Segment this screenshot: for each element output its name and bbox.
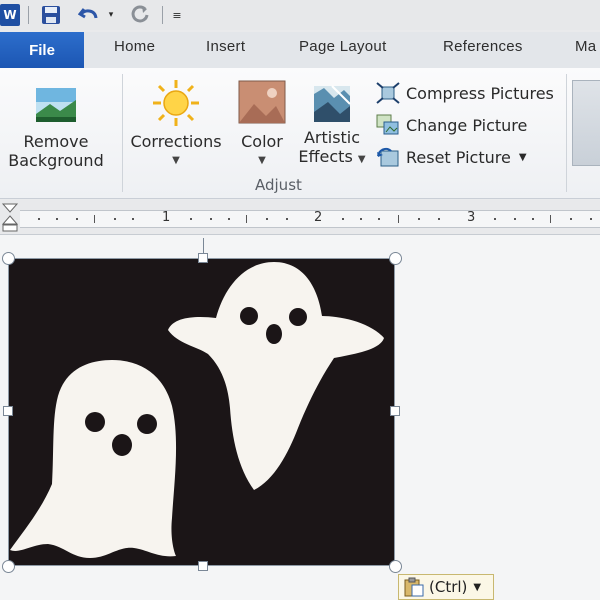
ribbon-picture-tools: Remove Background Corrections ▼ Color ▼: [0, 68, 600, 199]
customize-toolbar-icon[interactable]: ≡: [170, 4, 184, 26]
color-button[interactable]: Color ▼: [232, 78, 292, 170]
reset-picture-label: Reset Picture: [406, 147, 511, 167]
corrections-label: Corrections: [130, 132, 222, 151]
compress-pictures-button[interactable]: Compress Pictures: [376, 80, 554, 106]
remove-background-icon: [36, 88, 76, 122]
artistic-effects-button[interactable]: Artistic Effects ▼: [294, 84, 370, 169]
group-separator: [122, 74, 123, 192]
reset-picture-icon: [377, 147, 399, 167]
undo-dropdown-icon[interactable]: ▾: [105, 4, 117, 26]
ruler-scale: [20, 210, 600, 228]
paste-options-button[interactable]: (Ctrl) ▼: [398, 574, 494, 600]
tab-references[interactable]: References: [443, 38, 523, 55]
color-label: Color: [241, 132, 283, 151]
horizontal-ruler[interactable]: 1 2 3: [0, 200, 600, 235]
undo-icon[interactable]: [76, 4, 102, 26]
resize-handle-top[interactable]: [198, 253, 208, 263]
resize-handle-bottom[interactable]: [198, 561, 208, 571]
selection-frame: [8, 258, 395, 566]
redo-icon[interactable]: [128, 4, 152, 26]
resize-handle-bottom-left[interactable]: [2, 560, 15, 573]
ruler-number: 1: [162, 210, 171, 225]
compress-pictures-icon: [376, 82, 400, 104]
resize-handle-right[interactable]: [390, 406, 400, 416]
change-picture-icon: [376, 114, 399, 135]
remove-background-label-1: Remove: [23, 132, 89, 151]
artistic-effects-icon: [314, 85, 351, 122]
tab-home[interactable]: Home: [114, 38, 155, 55]
reset-picture-button[interactable]: Reset Picture ▼: [376, 144, 527, 170]
tab-mailings[interactable]: Ma: [575, 38, 596, 55]
save-icon[interactable]: [38, 4, 64, 26]
tab-page-layout[interactable]: Page Layout: [299, 38, 387, 55]
corrections-button[interactable]: Corrections ▼: [128, 78, 224, 170]
remove-background-label-2: Background: [8, 151, 104, 170]
artistic-effects-label-2-text: Effects: [298, 147, 353, 166]
paste-options-label: (Ctrl): [429, 578, 468, 596]
resize-handle-top-left[interactable]: [2, 252, 15, 265]
tab-insert[interactable]: Insert: [206, 38, 245, 55]
ruler-number: 2: [314, 210, 323, 225]
color-icon: [238, 80, 286, 124]
resize-handle-left[interactable]: [3, 406, 13, 416]
artistic-effects-label-2: Effects ▼: [294, 147, 370, 169]
quick-access-toolbar: W ▾ ≡: [0, 0, 600, 30]
group-separator: [566, 74, 567, 192]
artistic-effects-dropdown-icon: ▼: [357, 154, 366, 165]
app-logo-letter: W: [3, 8, 17, 22]
word-app-icon[interactable]: W: [0, 4, 20, 26]
toolbar-divider: [162, 6, 163, 24]
artistic-effects-label-1: Artistic: [303, 128, 361, 147]
ruler-number: 3: [467, 210, 476, 225]
resize-handle-top-right[interactable]: [389, 252, 402, 265]
resize-handle-bottom-right[interactable]: [389, 560, 402, 573]
indent-marker-icon[interactable]: [0, 200, 20, 234]
adjust-group-label: Adjust: [255, 176, 302, 194]
change-picture-button[interactable]: Change Picture: [376, 112, 527, 138]
paste-options-dropdown-icon: ▼: [473, 581, 482, 593]
color-dropdown-icon: ▼: [258, 155, 266, 166]
corrections-dropdown-icon: ▼: [172, 155, 180, 166]
reset-picture-dropdown-icon: ▼: [518, 151, 527, 163]
sun-icon: [153, 80, 199, 126]
change-picture-label: Change Picture: [406, 115, 528, 135]
tab-file[interactable]: File: [0, 32, 84, 68]
compress-pictures-label: Compress Pictures: [406, 83, 554, 103]
picture-styles-gallery[interactable]: [572, 80, 600, 166]
toolbar-divider: [28, 6, 29, 24]
remove-background-button[interactable]: Remove Background: [4, 84, 108, 170]
clipboard-icon: [404, 577, 424, 597]
ribbon-tabs: File Home Insert Page Layout References …: [0, 32, 600, 69]
